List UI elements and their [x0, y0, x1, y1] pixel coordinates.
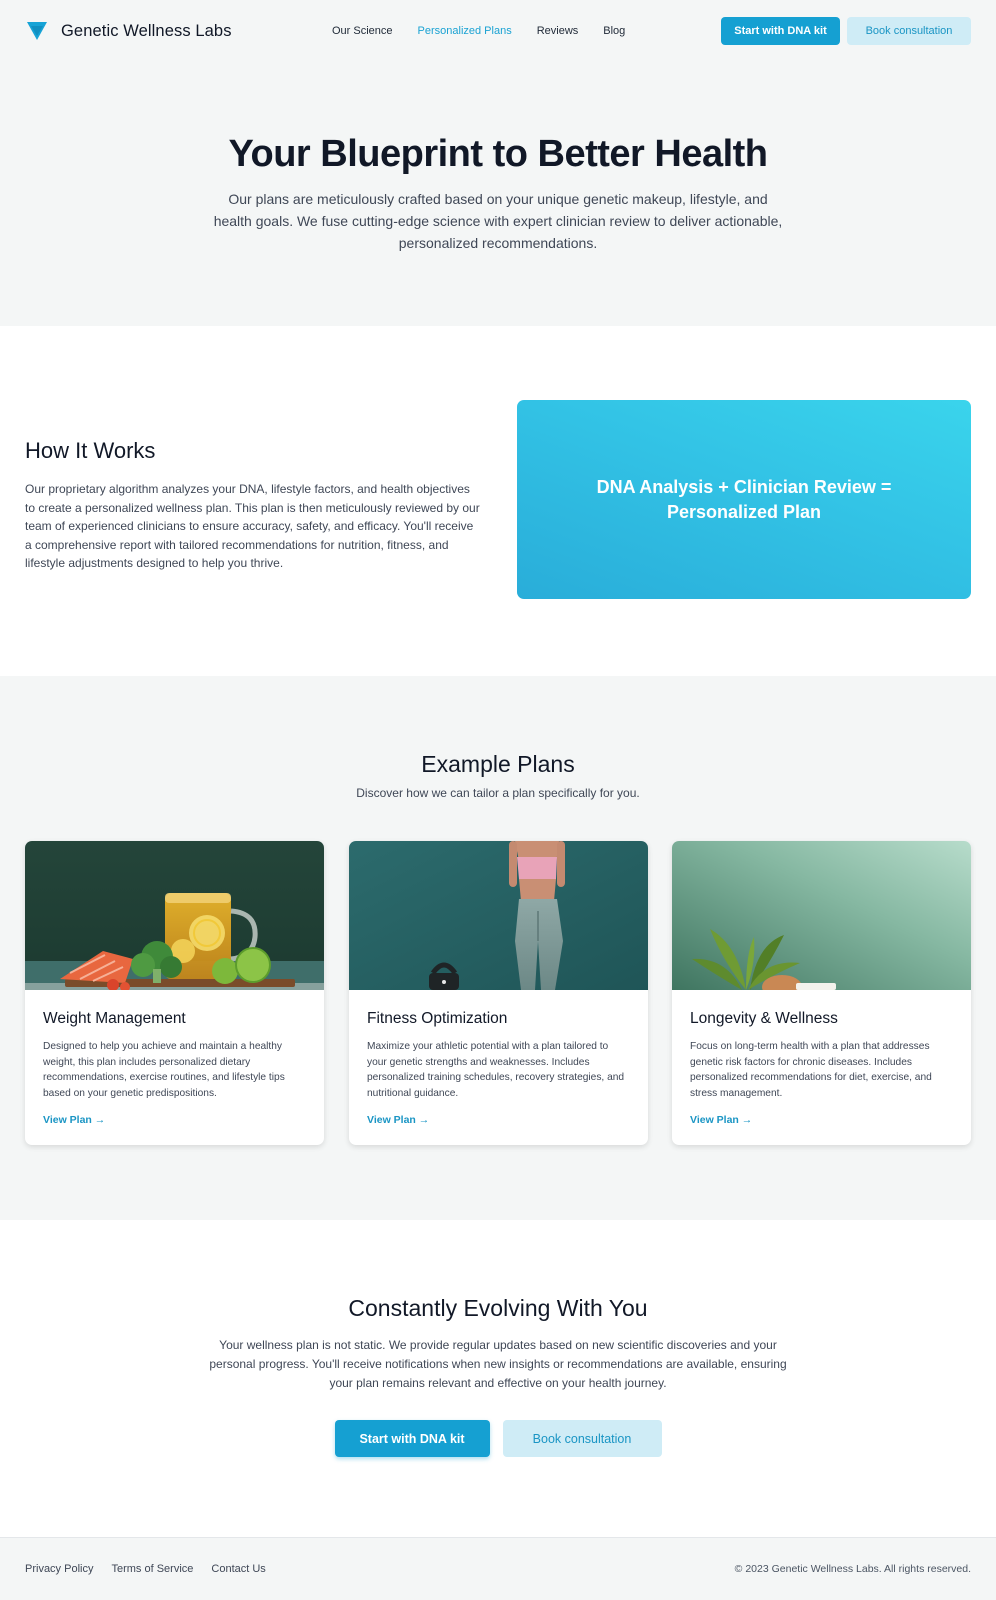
copyright-text: © 2023 Genetic Wellness Labs. All rights…	[734, 1563, 971, 1575]
nav-item-personalized-plans[interactable]: Personalized Plans	[418, 25, 512, 37]
header-actions: Start with DNA kit Book consultation	[721, 17, 971, 45]
hero-description: Our plans are meticulously crafted based…	[213, 190, 783, 251]
how-it-works-text: How It Works Our proprietary algorithm a…	[25, 438, 480, 573]
brand-name: Genetic Wellness Labs	[61, 21, 232, 40]
plan-card-longevity-wellness: Longevity & Wellness Focus on long-term …	[672, 841, 971, 1145]
plan-card-weight-management: Weight Management Designed to help you a…	[25, 841, 324, 1145]
book-consultation-button[interactable]: Book consultation	[502, 1420, 662, 1457]
healthy-food-photo	[25, 841, 324, 990]
plan-card-fitness-optimization: Fitness Optimization Maximize your athle…	[349, 841, 648, 1145]
plan-card-description: Maximize your athletic potential with a …	[367, 1041, 625, 1099]
start-dna-kit-button[interactable]: Start with DNA kit	[721, 17, 840, 45]
plant-photo	[672, 841, 971, 990]
evolve-title: Constantly Evolving With You	[348, 1295, 648, 1321]
plan-card-title: Longevity & Wellness	[690, 1010, 838, 1027]
how-it-works-title: How It Works	[25, 438, 156, 463]
example-plans-section: Example Plans Discover how we can tailor…	[0, 676, 996, 1220]
hero-section: Your Blueprint to Better Health Our plan…	[0, 62, 996, 326]
plan-card-body: Weight Management Designed to help you a…	[25, 990, 324, 1128]
start-dna-kit-button[interactable]: Start with DNA kit	[334, 1420, 490, 1457]
formula-text: DNA Analysis + Clinician Review = Person…	[596, 476, 892, 522]
hero-title: Your Blueprint to Better Health	[228, 133, 768, 175]
evolve-description: Your wellness plan is not static. We pro…	[209, 1338, 787, 1390]
plan-card-description: Designed to help you achieve and maintai…	[43, 1041, 285, 1099]
plan-card-description: Focus on long-term health with a plan th…	[690, 1041, 932, 1099]
example-plans-title: Example Plans	[421, 751, 575, 777]
constantly-evolving-section: Constantly Evolving With You Your wellne…	[0, 1220, 996, 1537]
funnel-logo-icon	[27, 22, 47, 40]
nav-item-our-science[interactable]: Our Science	[332, 25, 393, 37]
how-it-works-section: How It Works Our proprietary algorithm a…	[0, 326, 996, 676]
view-plan-link[interactable]: View Plan →	[690, 1114, 752, 1126]
plan-card-title: Fitness Optimization	[367, 1010, 508, 1027]
main-nav: Our Science Personalized Plans Reviews B…	[332, 0, 625, 62]
plan-card-title: Weight Management	[43, 1010, 186, 1027]
site-footer: Privacy Policy Terms of Service Contact …	[0, 1537, 996, 1600]
book-consultation-button[interactable]: Book consultation	[847, 17, 971, 45]
how-it-works-description: Our proprietary algorithm analyzes your …	[25, 482, 480, 571]
privacy-policy-link[interactable]: Privacy Policy	[25, 1563, 93, 1575]
view-plan-link[interactable]: View Plan →	[367, 1114, 429, 1126]
footer-links: Privacy Policy Terms of Service Contact …	[25, 1563, 266, 1575]
athlete-photo	[349, 841, 648, 990]
plan-card-body: Longevity & Wellness Focus on long-term …	[672, 990, 971, 1128]
plan-card-body: Fitness Optimization Maximize your athle…	[349, 990, 648, 1128]
terms-of-service-link[interactable]: Terms of Service	[111, 1563, 193, 1575]
site-header: Genetic Wellness Labs Our Science Person…	[0, 0, 996, 62]
brand[interactable]: Genetic Wellness Labs	[25, 19, 232, 43]
formula-banner: DNA Analysis + Clinician Review = Person…	[517, 400, 971, 599]
view-plan-link[interactable]: View Plan →	[43, 1114, 105, 1126]
nav-item-blog[interactable]: Blog	[603, 25, 625, 37]
evolve-actions: Start with DNA kit Book consultation	[0, 1420, 996, 1457]
example-plans-subtitle: Discover how we can tailor a plan specif…	[356, 786, 640, 800]
nav-item-reviews[interactable]: Reviews	[537, 25, 579, 37]
contact-us-link[interactable]: Contact Us	[211, 1563, 265, 1575]
